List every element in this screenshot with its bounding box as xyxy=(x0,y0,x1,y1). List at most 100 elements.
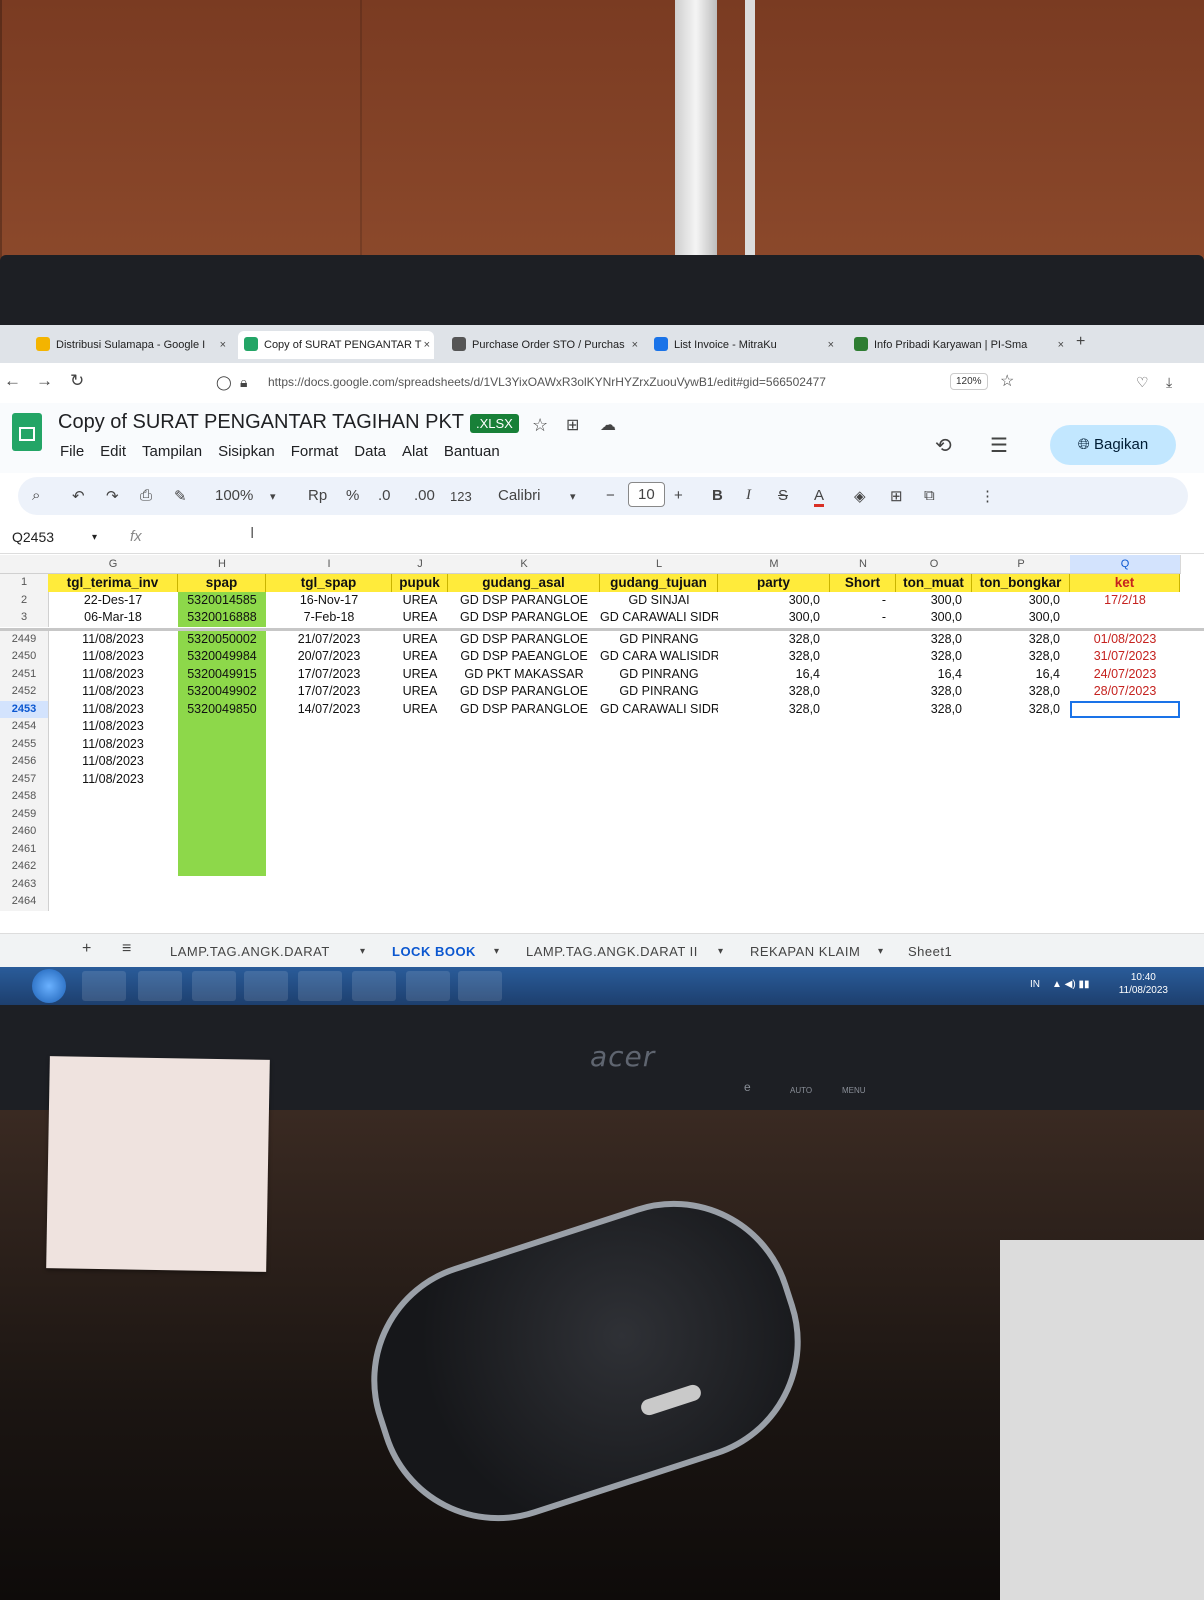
clock[interactable]: 10:40 11/08/2023 xyxy=(1119,971,1168,997)
cell-H[interactable] xyxy=(178,718,266,736)
font-family-select[interactable]: Calibri xyxy=(498,487,541,504)
cell-N[interactable] xyxy=(830,858,896,876)
cell-H[interactable]: 5320049984 xyxy=(178,648,266,666)
cell-J[interactable] xyxy=(392,753,448,771)
strikethrough-button[interactable]: S xyxy=(778,487,788,504)
cell-Q[interactable] xyxy=(1070,841,1180,859)
cell-K[interactable]: GD DSP PARANGLOE xyxy=(448,701,600,719)
select-all-corner[interactable] xyxy=(0,555,49,574)
cell-G[interactable] xyxy=(48,788,178,806)
cell-J[interactable]: UREA xyxy=(392,683,448,701)
cell-Q[interactable]: 24/07/2023 xyxy=(1070,666,1180,684)
cell-Q[interactable]: 01/08/2023 xyxy=(1070,631,1180,649)
cell-N[interactable] xyxy=(830,631,896,649)
cell-O[interactable] xyxy=(896,841,972,859)
cell-P[interactable] xyxy=(972,753,1070,771)
cell-K[interactable]: GD DSP PARANGLOE xyxy=(448,592,600,610)
cell-L[interactable] xyxy=(600,858,718,876)
currency-format-button[interactable]: Rp xyxy=(308,487,327,504)
header-cell-P[interactable]: ton_bongkar xyxy=(972,574,1070,592)
cell-J[interactable] xyxy=(392,876,448,894)
cloud-status-icon[interactable]: ☁ xyxy=(600,415,616,435)
cell-J[interactable] xyxy=(392,788,448,806)
cell-H[interactable] xyxy=(178,770,266,788)
cell-G[interactable] xyxy=(48,806,178,824)
browser-tab-5[interactable]: Info Pribadi Karyawan | PI-Sma × xyxy=(848,331,1068,359)
bookmark-star-icon[interactable]: ☆ xyxy=(1000,371,1014,391)
cell-N[interactable] xyxy=(830,736,896,754)
cell-O[interactable]: 328,0 xyxy=(896,683,972,701)
cell-I[interactable] xyxy=(266,736,392,754)
row-header[interactable]: 2453 xyxy=(0,700,49,718)
cell-K[interactable]: GD DSP PAEANGLOE xyxy=(448,648,600,666)
cell-H[interactable] xyxy=(178,823,266,841)
header-cell-Q[interactable]: ket xyxy=(1070,574,1180,592)
sharepoint-app-icon[interactable] xyxy=(352,971,396,1001)
column-header-L[interactable]: L xyxy=(600,555,719,574)
header-cell-L[interactable]: gudang_tujuan xyxy=(600,574,718,592)
cell-M[interactable] xyxy=(718,823,830,841)
cell-H[interactable]: 5320050002 xyxy=(178,630,266,648)
cell-M[interactable]: 328,0 xyxy=(718,701,830,719)
all-sheets-icon[interactable]: ≡ xyxy=(122,940,132,958)
cell-K[interactable] xyxy=(448,823,600,841)
cell-Q[interactable] xyxy=(1070,753,1180,771)
browser-tab-3[interactable]: Purchase Order STO / Purchas × xyxy=(446,331,642,359)
cell-P[interactable] xyxy=(972,736,1070,754)
cell-I[interactable]: 17/07/2023 xyxy=(266,683,392,701)
fill-color-icon[interactable]: ◈ xyxy=(854,487,866,505)
sheet-tab[interactable]: Sheet1 xyxy=(908,944,952,959)
browser-tab-2[interactable]: Copy of SURAT PENGANTAR T × xyxy=(238,331,434,359)
cell-P[interactable] xyxy=(972,858,1070,876)
cell-K[interactable] xyxy=(448,753,600,771)
chevron-down-icon[interactable]: ▾ xyxy=(270,490,276,503)
cell-J[interactable] xyxy=(392,736,448,754)
cell-L[interactable]: GD SINJAI xyxy=(600,592,718,610)
cell-K[interactable] xyxy=(448,876,600,894)
cell-Q[interactable] xyxy=(1070,858,1180,876)
active-cell-selection[interactable] xyxy=(1070,700,1180,718)
cell-I[interactable]: 7-Feb-18 xyxy=(266,609,392,627)
cell-M[interactable] xyxy=(718,718,830,736)
cell-H[interactable]: 5320049915 xyxy=(178,665,266,683)
cell-M[interactable] xyxy=(718,841,830,859)
header-cell-M[interactable]: party xyxy=(718,574,830,592)
cell-M[interactable] xyxy=(718,788,830,806)
cell-K[interactable] xyxy=(448,841,600,859)
cell-G[interactable]: 11/08/2023 xyxy=(48,631,178,649)
row-header[interactable]: 2452 xyxy=(0,683,49,701)
borders-icon[interactable]: ⊞ xyxy=(890,487,903,505)
cell-J[interactable] xyxy=(392,841,448,859)
cell-N[interactable] xyxy=(830,823,896,841)
cell-K[interactable] xyxy=(448,771,600,789)
forward-icon[interactable]: → xyxy=(36,371,53,391)
cell-G[interactable] xyxy=(48,841,178,859)
cell-I[interactable] xyxy=(266,841,392,859)
cell-L[interactable]: GD PINRANG xyxy=(600,683,718,701)
sheet-tab[interactable]: LOCK BOOK xyxy=(392,944,476,959)
cell-H[interactable]: 5320049850 xyxy=(178,700,266,718)
cell-N[interactable] xyxy=(830,753,896,771)
header-cell-H[interactable]: spap xyxy=(178,574,266,592)
cell-O[interactable] xyxy=(896,823,972,841)
word-app-icon[interactable] xyxy=(82,971,126,1001)
cell-L[interactable] xyxy=(600,771,718,789)
cell-K[interactable] xyxy=(448,858,600,876)
cell-H[interactable] xyxy=(178,753,266,771)
cell-J[interactable]: UREA xyxy=(392,631,448,649)
cell-I[interactable]: 21/07/2023 xyxy=(266,631,392,649)
column-header-K[interactable]: K xyxy=(448,555,601,574)
cell-J[interactable] xyxy=(392,893,448,911)
cell-G[interactable]: 11/08/2023 xyxy=(48,683,178,701)
cell-L[interactable]: GD CARAWALI SIDRAP xyxy=(600,701,718,719)
cell-P[interactable]: 328,0 xyxy=(972,648,1070,666)
cell-K[interactable]: GD PKT MAKASSAR xyxy=(448,666,600,684)
header-cell-N[interactable]: Short xyxy=(830,574,896,592)
reload-icon[interactable]: ↻ xyxy=(70,371,84,391)
row-header[interactable]: 2459 xyxy=(0,805,49,823)
cell-G[interactable]: 11/08/2023 xyxy=(48,648,178,666)
cell-O[interactable] xyxy=(896,788,972,806)
cell-O[interactable]: 328,0 xyxy=(896,631,972,649)
percent-format-button[interactable]: % xyxy=(346,487,359,504)
cell-H[interactable]: 5320014585 xyxy=(178,591,266,609)
